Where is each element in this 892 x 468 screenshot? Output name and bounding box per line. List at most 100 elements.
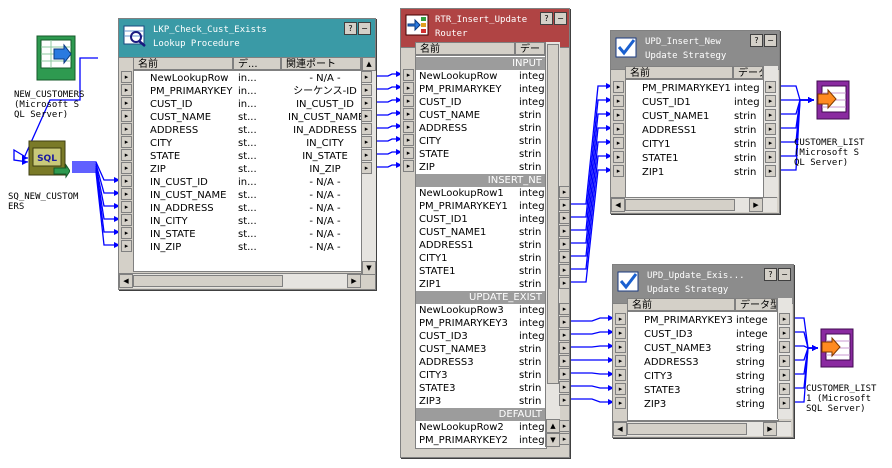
port-row[interactable]: ZIP3 strin	[416, 395, 546, 408]
port-connector[interactable]: ▸	[615, 369, 626, 381]
port-row[interactable]: ZIP1 strin	[416, 278, 546, 291]
column-header-name[interactable]: 名前	[625, 66, 733, 79]
port-row[interactable]: STATE1 strin	[416, 265, 546, 278]
port-connector[interactable]: ▸	[361, 110, 372, 122]
scroll-left-button[interactable]: ◀	[613, 422, 627, 436]
port-row[interactable]: ADDRESS1 strin	[626, 124, 764, 137]
port-connector[interactable]: ▸	[121, 149, 132, 161]
scroll-down-button[interactable]: ▼	[546, 433, 560, 447]
port-row[interactable]: CITY strin	[416, 135, 546, 148]
target-customer-list[interactable]	[816, 80, 850, 120]
port-row[interactable]: CITY st... IN_CITY	[134, 137, 362, 150]
port-connector[interactable]: ▸	[613, 137, 624, 149]
port-row[interactable]: CITY1 strin	[626, 138, 764, 151]
port-row[interactable]: CUST_ID integ	[416, 96, 546, 109]
port-connector[interactable]: ▸	[779, 341, 790, 353]
scroll-right-button[interactable]: ▶	[749, 198, 763, 212]
port-connector[interactable]: ▸	[779, 355, 790, 367]
port-row[interactable]: ADDRESS3 strin	[416, 356, 546, 369]
port-connector[interactable]: ▸	[613, 151, 624, 163]
port-row[interactable]: CUST_NAME st... IN_CUST_NAME	[134, 111, 362, 124]
port-connector[interactable]: ▸	[559, 225, 570, 237]
scroll-down-button[interactable]: ▼	[362, 261, 376, 275]
port-connector[interactable]: ▸	[613, 81, 624, 93]
port-connector[interactable]: ▸	[765, 123, 776, 135]
port-connector[interactable]: ▸	[779, 397, 790, 409]
port-connector[interactable]: ▸	[121, 175, 132, 187]
router-transformation[interactable]: RTR_Insert_Update Router ? − 名前 デー INPUT…	[400, 8, 570, 458]
port-row[interactable]: ADDRESS st... IN_ADDRESS	[134, 124, 362, 137]
port-connector[interactable]: ▸	[361, 71, 372, 83]
port-connector[interactable]: ▸	[403, 82, 414, 94]
port-connector[interactable]: ▸	[403, 134, 414, 146]
port-connector[interactable]: ▸	[121, 188, 132, 200]
update-strategy-insert[interactable]: UPD_Insert_New Update Strategy ? − 名前 デー…	[610, 30, 780, 214]
port-row[interactable]: IN_CITY st... - N/A -	[134, 215, 362, 228]
scroll-left-button[interactable]: ◀	[119, 274, 133, 288]
port-connector[interactable]: ▸	[559, 212, 570, 224]
group-header[interactable]: DEFAULT	[416, 408, 546, 421]
port-row[interactable]: CUST_ID in... IN_CUST_ID	[134, 98, 362, 111]
column-header-name[interactable]: 名前	[627, 298, 735, 311]
column-header-datatype[interactable]: データ型	[735, 298, 777, 311]
port-connector[interactable]: ▸	[121, 162, 132, 174]
scroll-thumb[interactable]	[133, 275, 283, 287]
port-connector[interactable]: ▸	[615, 313, 626, 325]
port-connector[interactable]: ▸	[361, 162, 372, 174]
port-row[interactable]: CUST_NAME3 strin	[416, 343, 546, 356]
port-connector[interactable]: ▸	[403, 95, 414, 107]
column-header-datatype[interactable]: データ	[733, 66, 763, 79]
port-connector[interactable]: ▸	[559, 251, 570, 263]
port-row[interactable]: IN_ADDRESS st... - N/A -	[134, 202, 362, 215]
port-row[interactable]: CUST_NAME strin	[416, 109, 546, 122]
port-connector[interactable]: ▸	[559, 199, 570, 211]
port-connector[interactable]: ▸	[559, 342, 570, 354]
port-row[interactable]: PM_PRIMARYKEY1 integ	[626, 82, 764, 95]
port-row[interactable]: CUST_ID3 integ	[416, 330, 546, 343]
port-row[interactable]: IN_CUST_NAME st... - N/A -	[134, 189, 362, 202]
column-header-name[interactable]: 名前	[133, 57, 233, 70]
vertical-scrollbar[interactable]: ▲ ▼	[545, 42, 560, 447]
update-insert-header[interactable]: UPD_Insert_New Update Strategy ? −	[611, 31, 779, 70]
port-row[interactable]: ZIP strin	[416, 161, 546, 174]
port-connector[interactable]: ▸	[765, 81, 776, 93]
port-connector[interactable]: ▸	[613, 109, 624, 121]
port-connector[interactable]: ▸	[121, 71, 132, 83]
port-connector[interactable]: ▸	[615, 383, 626, 395]
update-strategy-update[interactable]: UPD_Update_Exis... Update Strategy ? − 名…	[612, 264, 794, 438]
port-row[interactable]: PM_PRIMARYKEY2 integ	[416, 434, 546, 447]
port-row[interactable]: ADDRESS strin	[416, 122, 546, 135]
port-connector[interactable]: ▸	[121, 136, 132, 148]
group-header[interactable]: UPDATE_EXIST	[416, 291, 546, 304]
port-row[interactable]: ZIP st... IN_ZIP	[134, 163, 362, 176]
port-connector[interactable]: ▸	[121, 123, 132, 135]
port-row[interactable]: CUST_NAME1 strin	[626, 110, 764, 123]
horizontal-scrollbar[interactable]: ◀ ▶	[613, 421, 791, 436]
port-connector[interactable]: ▸	[403, 69, 414, 81]
minimize-button[interactable]: −	[358, 22, 371, 35]
port-row[interactable]: ZIP1 strin	[626, 166, 764, 179]
scroll-left-button[interactable]: ◀	[611, 198, 625, 212]
port-connector[interactable]: ▸	[559, 329, 570, 341]
scroll-thumb[interactable]	[627, 423, 747, 435]
scroll-right-button[interactable]: ▶	[347, 274, 361, 288]
source-new-customers[interactable]	[36, 35, 76, 81]
port-connector[interactable]: ▸	[559, 355, 570, 367]
port-row[interactable]: CITY3 string	[628, 370, 778, 383]
port-row[interactable]: PM_PRIMARYKEY in... シーケンス-ID	[134, 85, 362, 98]
port-connector[interactable]: ▸	[559, 186, 570, 198]
port-connector[interactable]: ▸	[559, 277, 570, 289]
port-connector[interactable]: ▸	[403, 147, 414, 159]
port-connector[interactable]: ▸	[121, 97, 132, 109]
port-connector[interactable]: ▸	[779, 369, 790, 381]
port-row[interactable]: PM_PRIMARYKEY3 integ	[416, 317, 546, 330]
port-row[interactable]: CITY3 strin	[416, 369, 546, 382]
lookup-header[interactable]: LKP_Check_Cust_Exists Lookup Procedure ?…	[119, 19, 375, 58]
port-connector[interactable]: ▸	[121, 84, 132, 96]
port-connector[interactable]: ▸	[615, 397, 626, 409]
port-connector[interactable]: ▸	[121, 214, 132, 226]
port-row[interactable]: CUST_ID1 integ	[416, 213, 546, 226]
port-row[interactable]: PM_PRIMARYKEY1 integ	[416, 200, 546, 213]
port-row[interactable]: STATE st... IN_STATE	[134, 150, 362, 163]
port-row[interactable]: ADDRESS1 strin	[416, 239, 546, 252]
